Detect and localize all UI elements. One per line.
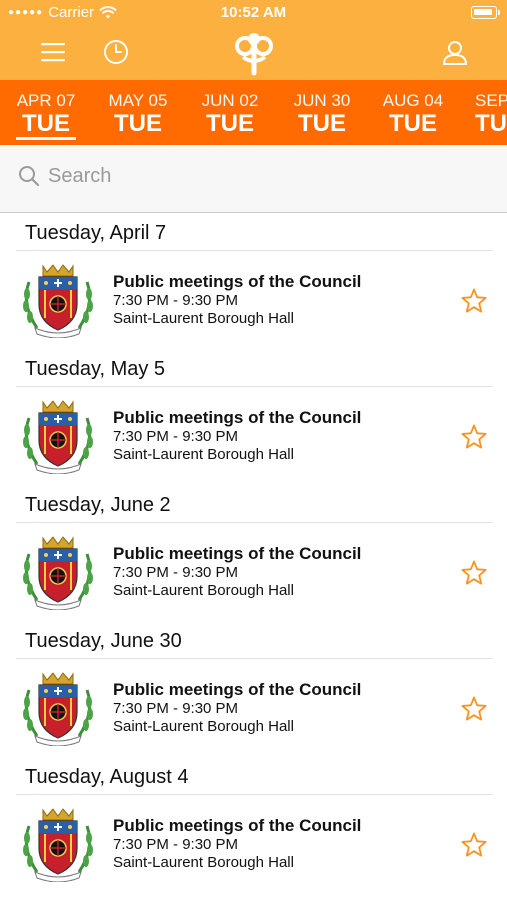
date-weekday: TUE: [114, 110, 162, 137]
nav-bar: [0, 26, 507, 80]
status-time: 10:52 AM: [220, 4, 287, 21]
date-tab-may-05[interactable]: MAY 05 TUE: [98, 91, 178, 137]
event-location: Saint-Laurent Borough Hall: [113, 310, 294, 327]
section-header: Tuesday, April 7: [16, 213, 493, 251]
event-time: 7:30 PM - 9:30 PM: [113, 292, 239, 309]
search-input[interactable]: Search: [18, 161, 488, 191]
event-text: Public meetings of the Council 7:30 PM -…: [113, 680, 361, 736]
event-title: Public meetings of the Council: [113, 816, 362, 835]
coat-of-arms-icon: [19, 670, 97, 746]
event-time: 7:30 PM - 9:30 PM: [113, 428, 239, 445]
search-placeholder: Search: [48, 164, 112, 187]
favorite-star-icon[interactable]: [460, 831, 488, 859]
event-row[interactable]: Public meetings of the Council 7:30 PM -…: [0, 659, 507, 757]
status-bar: ●●●●● Carrier 10:52 AM: [0, 0, 507, 26]
event-text: Public meetings of the Council 7:30 PM -…: [113, 816, 361, 872]
event-row[interactable]: Public meetings of the Council 7:30 PM -…: [0, 795, 507, 893]
favorite-star-icon[interactable]: [460, 423, 488, 451]
app-logo-icon[interactable]: [230, 29, 278, 77]
section-header: Tuesday, June 30: [16, 621, 493, 659]
date-tab-jun-02[interactable]: JUN 02 TUE: [190, 91, 270, 137]
coat-of-arms-icon: [19, 262, 97, 338]
section-header: Tuesday, May 5: [16, 349, 493, 387]
event-location: Saint-Laurent Borough Hall: [113, 854, 294, 871]
date-month-day: JUN 02: [201, 91, 259, 110]
menu-button[interactable]: [33, 34, 73, 70]
event-location: Saint-Laurent Borough Hall: [113, 582, 294, 599]
date-weekday: TU: [475, 110, 507, 137]
date-weekday: TUE: [298, 110, 346, 137]
menu-icon: [41, 43, 65, 62]
date-month-day: JUN 30: [293, 91, 351, 110]
section-header: Tuesday, August 4: [16, 757, 493, 795]
event-row[interactable]: Public meetings of the Council 7:30 PM -…: [0, 523, 507, 621]
event-time: 7:30 PM - 9:30 PM: [113, 836, 239, 853]
history-button[interactable]: [96, 34, 136, 70]
search-icon: [19, 166, 40, 187]
date-month-day: SEP: [475, 91, 507, 110]
selected-date-indicator: [16, 137, 76, 140]
event-title: Public meetings of the Council: [113, 408, 362, 427]
coat-of-arms-icon: [19, 806, 97, 882]
clock-icon: [104, 40, 128, 64]
event-location: Saint-Laurent Borough Hall: [113, 446, 294, 463]
event-text: Public meetings of the Council 7:30 PM -…: [113, 408, 361, 464]
section-header: Tuesday, June 2: [16, 485, 493, 523]
date-tab-jun-30[interactable]: JUN 30 TUE: [282, 91, 362, 137]
battery-icon: [471, 6, 500, 19]
event-text: Public meetings of the Council 7:30 PM -…: [113, 272, 361, 328]
event-title: Public meetings of the Council: [113, 680, 362, 699]
event-time: 7:30 PM - 9:30 PM: [113, 700, 239, 717]
coat-of-arms-icon: [19, 398, 97, 474]
date-tab-aug-04[interactable]: AUG 04 TUE: [373, 91, 453, 137]
date-weekday: TUE: [389, 110, 437, 137]
event-title: Public meetings of the Council: [113, 272, 362, 291]
date-weekday: TUE: [22, 110, 70, 137]
date-tab-apr-07[interactable]: APR 07 TUE: [6, 91, 86, 137]
date-tab-sep[interactable]: SEP TU: [475, 91, 507, 137]
coat-of-arms-icon: [19, 534, 97, 610]
date-month-day: APR 07: [16, 91, 76, 110]
favorite-star-icon[interactable]: [460, 559, 488, 587]
search-bar: Search: [0, 145, 507, 213]
date-month-day: AUG 04: [382, 91, 444, 110]
date-month-day: MAY 05: [108, 91, 168, 110]
favorite-star-icon[interactable]: [460, 695, 488, 723]
event-text: Public meetings of the Council 7:30 PM -…: [113, 544, 361, 600]
event-row[interactable]: Public meetings of the Council 7:30 PM -…: [0, 387, 507, 485]
profile-button[interactable]: [435, 34, 475, 70]
profile-icon: [442, 41, 468, 65]
event-location: Saint-Laurent Borough Hall: [113, 718, 294, 735]
date-weekday: TUE: [206, 110, 254, 137]
favorite-star-icon[interactable]: [460, 287, 488, 315]
event-list: Tuesday, April 7 Public meetings of the …: [0, 213, 507, 893]
event-time: 7:30 PM - 9:30 PM: [113, 564, 239, 581]
date-strip: APR 07 TUE MAY 05 TUE JUN 02 TUE JUN 30 …: [0, 80, 507, 145]
event-row[interactable]: Public meetings of the Council 7:30 PM -…: [0, 251, 507, 349]
event-title: Public meetings of the Council: [113, 544, 362, 563]
